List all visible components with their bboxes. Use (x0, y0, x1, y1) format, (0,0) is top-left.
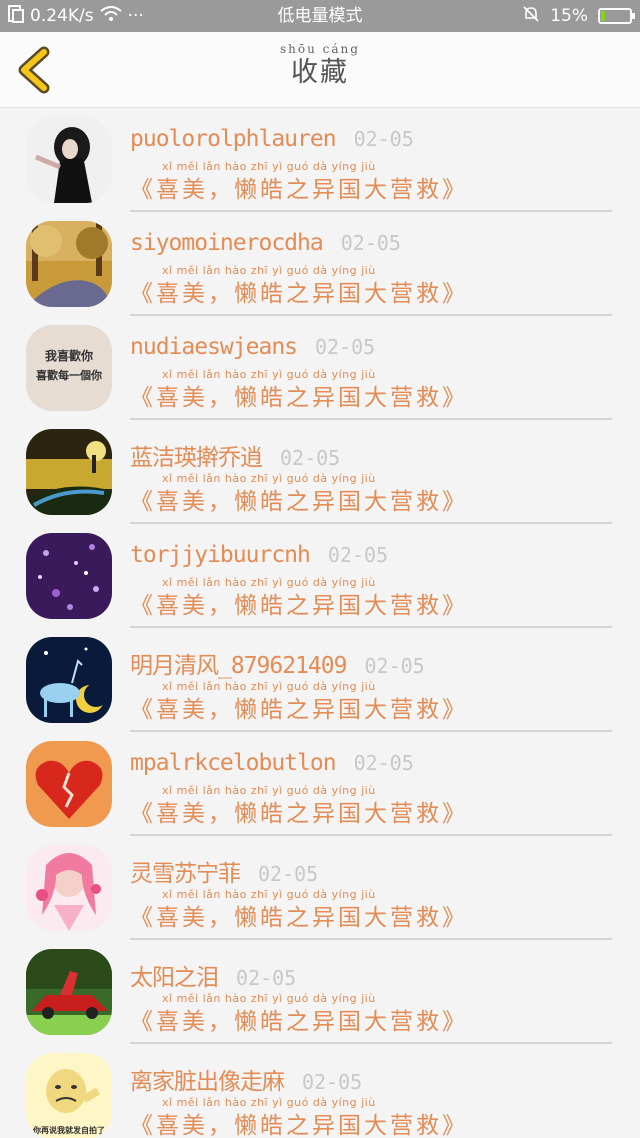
item-text: 灵雪苏宁菲 02-05 xǐ měi lǎn hào zhī yì guó dà… (130, 836, 612, 940)
list-item[interactable]: torjjyibuurcnh 02-05 xǐ měi lǎn hào zhī … (0, 524, 640, 628)
message-text[interactable]: 《喜美，懒皓之异国大营救》 (130, 170, 468, 204)
message-text[interactable]: 《喜美，懒皓之异国大营救》 (130, 690, 468, 724)
item-text: nudiaeswjeans 02-05 xǐ měi lǎn hào zhī y… (130, 316, 612, 420)
item-header: torjjyibuurcnh 02-05 (130, 542, 388, 568)
avatar-meme-caption: 你再说我就发自拍了 (32, 1125, 105, 1135)
item-date: 02-05 (315, 335, 376, 359)
message-text[interactable]: 《喜美，懒皓之异国大营救》 (130, 898, 468, 932)
item-header: nudiaeswjeans 02-05 (130, 334, 375, 360)
status-bar: 0.24K/s ··· 低电量模式 15% (0, 0, 640, 32)
user-name[interactable]: 灵雪苏宁菲 (130, 854, 241, 888)
avatar[interactable]: 我喜歡你 喜歡每一個你 (26, 325, 112, 411)
item-header: 灵雪苏宁菲 02-05 (130, 854, 318, 888)
item-date: 02-05 (258, 862, 319, 886)
avatar[interactable] (26, 845, 112, 931)
item-header: mpalrkcelobutlon 02-05 (130, 750, 414, 776)
page-title-text: 收藏 (291, 57, 349, 88)
avatar-text-line2: 喜歡每一個你 (36, 368, 102, 382)
avatar[interactable]: 你再说我就发自拍了 (26, 1053, 112, 1138)
item-text: puolorolphlauren 02-05 xǐ měi lǎn hào zh… (130, 108, 612, 212)
list-item[interactable]: 明月清风_879621409 02-05 xǐ měi lǎn hào zhī … (0, 628, 640, 732)
user-name[interactable]: siyomoinerocdha (130, 230, 324, 256)
item-text: mpalrkcelobutlon 02-05 xǐ měi lǎn hào zh… (130, 732, 612, 836)
user-name[interactable]: 明月清风_879621409 (130, 646, 347, 680)
list-item[interactable]: siyomoinerocdha 02-05 xǐ měi lǎn hào zhī… (0, 212, 640, 316)
item-date: 02-05 (236, 966, 297, 990)
item-header: puolorolphlauren 02-05 (130, 126, 414, 152)
list-item[interactable]: 蓝洁瑛擀乔逍 02-05 xǐ měi lǎn hào zhī yì guó d… (0, 420, 640, 524)
item-header: 太阳之泪 02-05 (130, 958, 296, 992)
message-text[interactable]: 《喜美，懒皓之异国大营救》 (130, 274, 468, 308)
message-text[interactable]: 《喜美，懒皓之异国大营救》 (130, 482, 468, 516)
page-title: shōu cáng 收藏 (0, 42, 640, 90)
list-item[interactable]: 我喜歡你 喜歡每一個你 nudiaeswjeans 02-05 xǐ měi l… (0, 316, 640, 420)
user-name[interactable]: 太阳之泪 (130, 958, 219, 992)
message-text[interactable]: 《喜美，懒皓之异国大营救》 (130, 794, 468, 828)
user-name[interactable]: 蓝洁瑛擀乔逍 (130, 438, 263, 472)
item-date: 02-05 (327, 543, 389, 567)
item-text: 太阳之泪 02-05 xǐ měi lǎn hào zhī yì guó dà … (130, 940, 612, 1044)
item-text: torjjyibuurcnh 02-05 xǐ měi lǎn hào zhī … (130, 524, 612, 628)
item-header: 蓝洁瑛擀乔逍 02-05 (130, 438, 340, 472)
battery-level (601, 11, 605, 21)
item-text: siyomoinerocdha 02-05 xǐ měi lǎn hào zhī… (130, 212, 612, 316)
avatar[interactable] (26, 429, 112, 515)
item-date: 02-05 (353, 127, 414, 151)
message-text[interactable]: 《喜美，懒皓之异国大营救》 (130, 378, 468, 412)
avatar-text-line1: 我喜歡你 (45, 348, 93, 363)
avatar[interactable] (26, 637, 112, 723)
avatar[interactable] (26, 221, 112, 307)
user-name[interactable]: nudiaeswjeans (130, 334, 298, 360)
message-text[interactable]: 《喜美，懒皓之异国大营救》 (130, 586, 468, 620)
item-date: 02-05 (280, 446, 341, 470)
page-title-pinyin: shōu cáng (280, 42, 360, 56)
item-text: 蓝洁瑛擀乔逍 02-05 xǐ měi lǎn hào zhī yì guó d… (130, 420, 612, 524)
user-name[interactable]: 离家脏出像走麻 (130, 1062, 285, 1096)
battery-percent: 15% (550, 6, 588, 26)
item-text: 离家脏出像走麻 02-05 xǐ měi lǎn hào zhī yì guó … (130, 1044, 612, 1138)
list-item[interactable]: mpalrkcelobutlon 02-05 xǐ měi lǎn hào zh… (0, 732, 640, 836)
user-name[interactable]: torjjyibuurcnh (130, 542, 311, 568)
user-name[interactable]: mpalrkcelobutlon (130, 750, 337, 776)
user-name[interactable]: puolorolphlauren (130, 126, 337, 152)
list-item[interactable]: 你再说我就发自拍了 离家脏出像走麻 02-05 xǐ měi lǎn hào z… (0, 1044, 640, 1138)
list-item[interactable]: 太阳之泪 02-05 xǐ měi lǎn hào zhī yì guó dà … (0, 940, 640, 1044)
item-date: 02-05 (364, 654, 425, 678)
list-item[interactable]: puolorolphlauren 02-05 xǐ měi lǎn hào zh… (0, 108, 640, 212)
avatar[interactable] (26, 949, 112, 1035)
item-header: 离家脏出像走麻 02-05 (130, 1062, 362, 1096)
header: shōu cáng 收藏 (0, 32, 640, 108)
status-right: 15% (522, 0, 635, 32)
battery-icon (598, 8, 635, 24)
avatar[interactable] (26, 741, 112, 827)
avatar[interactable] (26, 533, 112, 619)
mute-bell-icon (522, 5, 540, 28)
avatar[interactable] (26, 117, 112, 203)
message-text[interactable]: 《喜美，懒皓之异国大营救》 (130, 1106, 468, 1138)
item-date: 02-05 (353, 751, 414, 775)
item-header: siyomoinerocdha 02-05 (130, 230, 401, 256)
favorites-list: puolorolphlauren 02-05 xǐ měi lǎn hào zh… (0, 108, 640, 1138)
item-date: 02-05 (340, 231, 401, 255)
item-date: 02-05 (302, 1070, 363, 1094)
item-text: 明月清风_879621409 02-05 xǐ měi lǎn hào zhī … (130, 628, 612, 732)
list-item[interactable]: 灵雪苏宁菲 02-05 xǐ měi lǎn hào zhī yì guó dà… (0, 836, 640, 940)
message-text[interactable]: 《喜美，懒皓之异国大营救》 (130, 1002, 468, 1036)
item-header: 明月清风_879621409 02-05 (130, 646, 425, 680)
